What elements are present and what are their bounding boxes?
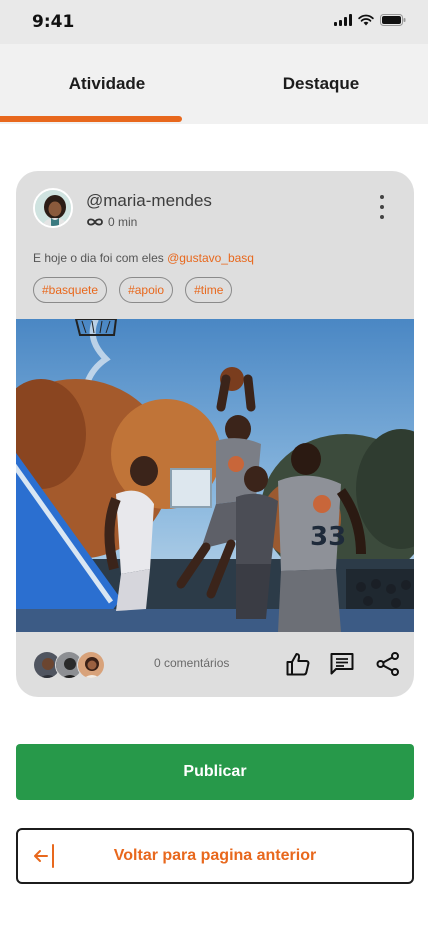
post-username[interactable]: @maria-mendes: [86, 191, 212, 211]
post-meta: 0 min: [86, 215, 137, 229]
caption-text: E hoje o dia foi com eles: [33, 251, 168, 265]
wifi-icon: [358, 14, 374, 26]
mention-link[interactable]: @gustavo_basq: [167, 251, 254, 265]
battery-icon: [380, 14, 406, 26]
infinity-icon: [87, 218, 103, 226]
avatar[interactable]: [33, 188, 73, 228]
hashtag-chip[interactable]: #apoio: [119, 277, 174, 303]
back-button[interactable]: Voltar para pagina anterior: [16, 828, 414, 884]
hashtag-chip[interactable]: #time: [185, 277, 233, 303]
comments-count[interactable]: 0 comentários: [154, 656, 229, 670]
post-time: 0 min: [108, 215, 138, 229]
svg-text:33: 33: [310, 522, 346, 552]
tab-atividade[interactable]: Atividade: [0, 44, 214, 124]
hashtag-chip[interactable]: #basquete: [33, 277, 108, 303]
status-bar: 9:41: [0, 0, 428, 44]
status-icons: [334, 14, 406, 26]
post-card: @maria-mendes 0 min E hoje o dia foi com…: [16, 171, 414, 697]
post-footer: 0 comentários: [16, 632, 414, 697]
publish-button[interactable]: Publicar: [16, 744, 414, 800]
avatar: [77, 651, 105, 679]
more-options-icon[interactable]: [374, 195, 390, 219]
share-icon[interactable]: [375, 651, 401, 677]
comment-icon[interactable]: [329, 651, 355, 677]
status-time: 9:41: [32, 12, 75, 32]
reaction-avatars[interactable]: [33, 651, 113, 679]
tab-bar: Atividade Destaque: [0, 44, 428, 124]
post-photo[interactable]: 33: [16, 319, 414, 632]
active-tab-indicator: [0, 116, 182, 122]
tab-destaque[interactable]: Destaque: [214, 44, 428, 124]
signal-icon: [334, 14, 352, 26]
like-icon[interactable]: [285, 651, 311, 677]
post-caption: E hoje o dia foi com eles @gustavo_basq: [33, 251, 254, 265]
hashtag-list: #basquete #apoio #time: [33, 277, 233, 303]
arrow-left-icon: [34, 844, 54, 868]
back-button-label: Voltar para pagina anterior: [113, 847, 317, 864]
